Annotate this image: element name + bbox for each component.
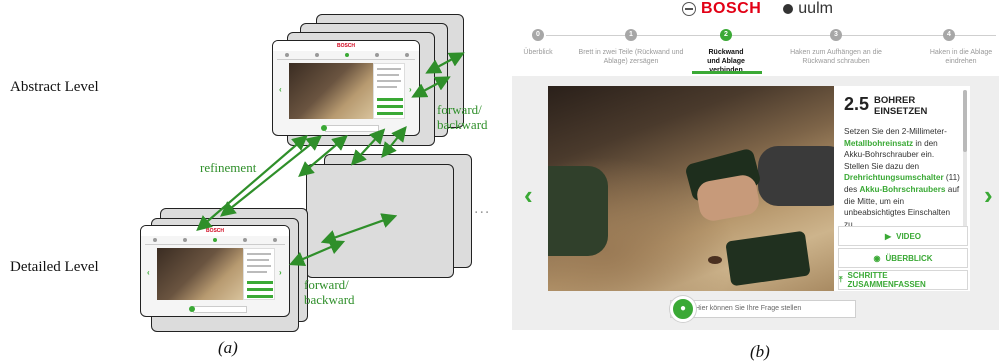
arrow-refinement-3 (350, 128, 386, 166)
refinement-label: refinement (200, 160, 257, 175)
video-button[interactable]: ▶ VIDEO (838, 226, 968, 246)
uulm-logo-icon (783, 4, 794, 14)
step-4-dot[interactable]: 4 (943, 29, 955, 41)
panel-scrollbar[interactable] (963, 90, 967, 238)
bosch-wordmark: BOSCH (701, 0, 762, 17)
panel-scroll-thumb[interactable] (963, 90, 967, 152)
step-0-label[interactable]: Überblick (512, 48, 564, 57)
summarize-icon: ⤒ (839, 275, 843, 284)
forward-backward-bottom-label: forward/ backward (304, 277, 355, 307)
question-input[interactable]: Hier können Sie Ihre Frage stellen (670, 300, 856, 318)
caption-a: (a) (218, 338, 238, 357)
microphone-icon[interactable]: ● (670, 296, 696, 322)
step-progress-line (546, 35, 996, 36)
instruction-panel: 2.5 BOHRER EINSETZEN Setzen Sie den 2-Mi… (834, 86, 970, 291)
bosch-logo-icon (682, 2, 696, 16)
instruction-photo (548, 86, 834, 291)
overview-button[interactable]: ◉ ÜBERBLICK (838, 248, 968, 268)
summarize-steps-button[interactable]: ⤒ SCHRITTE ZUSAMMENFASSEN (838, 270, 968, 290)
diagram-arrows (196, 52, 465, 267)
uulm-wordmark: uulm (798, 0, 833, 17)
step-4-label[interactable]: Haken in die Ablage eindrehen (920, 48, 999, 66)
ui-header: BOSCH uulm 0 Überblick 1 Brett in zwei T… (512, 0, 999, 76)
step-2-dot[interactable]: 2 (720, 29, 732, 41)
active-step-underline (692, 71, 762, 74)
step-1-dot[interactable]: 1 (625, 29, 637, 41)
assistant-ui: BOSCH uulm 0 Überblick 1 Brett in zwei T… (512, 0, 999, 330)
arrow-forward-backward-bottom-1 (288, 239, 346, 267)
arrow-refinement-2 (219, 135, 323, 217)
eye-icon: ◉ (873, 253, 881, 263)
prev-step-arrow-icon[interactable]: ‹ (524, 180, 533, 211)
play-icon: ▶ (884, 231, 892, 241)
ellipsis: ... (474, 200, 491, 217)
next-step-arrow-icon[interactable]: › (984, 180, 993, 211)
arrow-forward-backward-bottom-2 (320, 213, 398, 245)
brand-bar: BOSCH uulm (682, 0, 833, 18)
forward-backward-top-label: forward/ backward (437, 102, 488, 132)
arrow-forward-backward-top-2 (425, 52, 465, 74)
step-3-dot[interactable]: 3 (830, 29, 842, 41)
arrow-refinement-1 (196, 134, 308, 232)
caption-b: (b) (750, 342, 770, 361)
step-3-label[interactable]: Haken zum Aufhängen an die Rückwand schr… (784, 48, 888, 66)
step-0-dot[interactable]: 0 (532, 29, 544, 41)
panel-heading: 2.5 BOHRER EINSETZEN (844, 92, 927, 117)
step-number: 2.5 (844, 94, 870, 114)
arrow-forward-backward-top-1 (411, 76, 451, 98)
arrow-refinement-4 (381, 125, 407, 159)
instruction-text: Setzen Sie den 2-Millimeter-Metallbohrei… (844, 127, 960, 229)
step-title: BOHRER EINSETZEN (874, 95, 928, 117)
step-1-label[interactable]: Brett in zwei Teile (Rückwand und Ablage… (566, 48, 696, 66)
